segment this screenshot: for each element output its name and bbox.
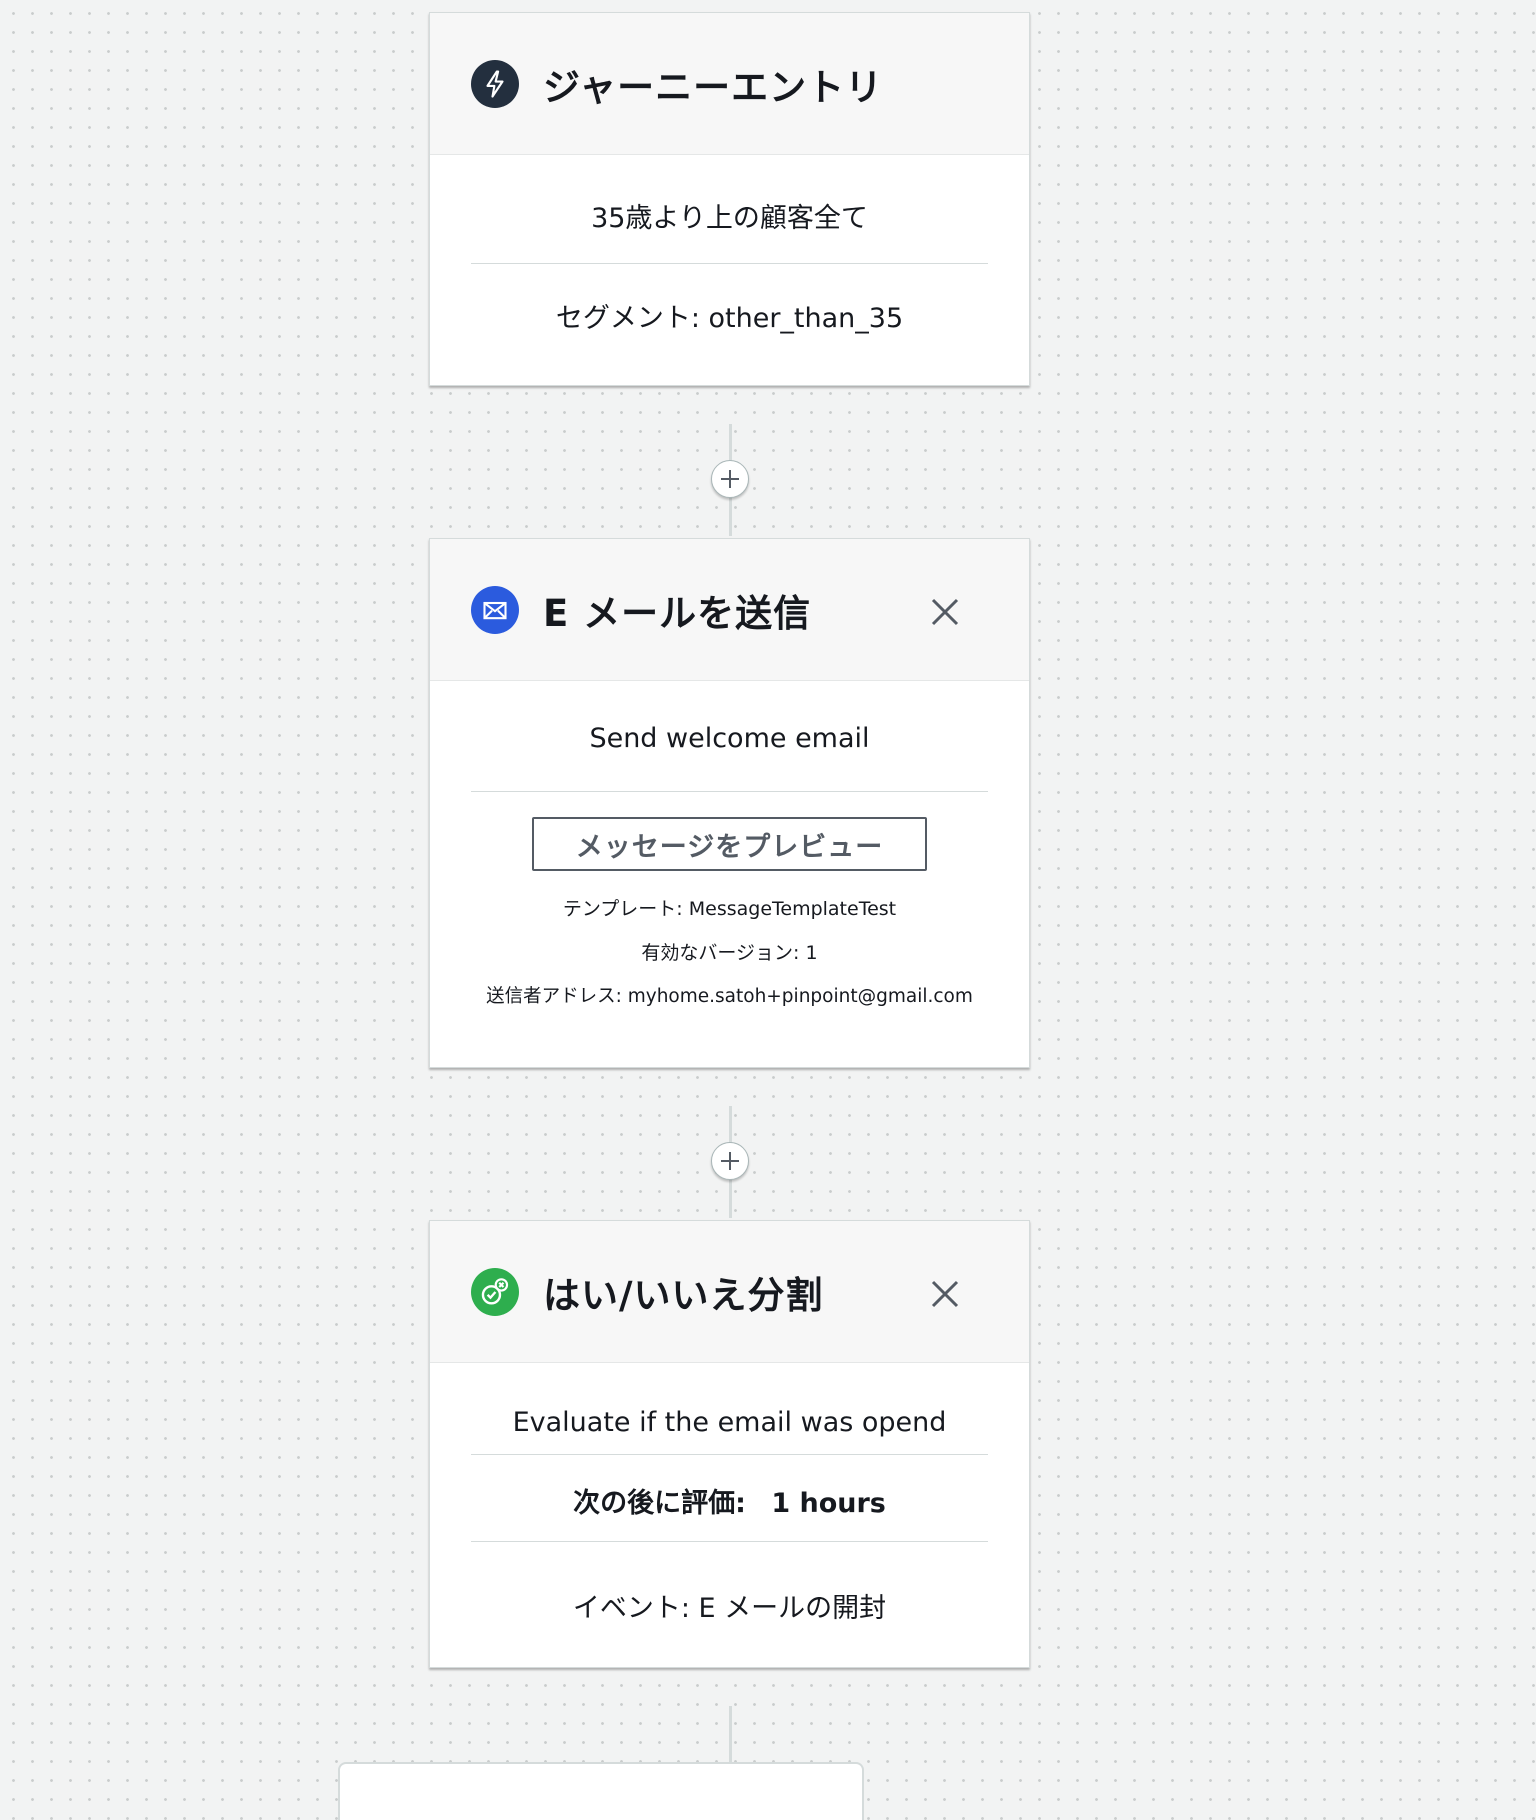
email-sender: 送信者アドレス: myhome.satoh+pinpoint@gmail.com — [486, 986, 973, 1007]
evaluate-label: 次の後に評価: — [573, 1488, 746, 1519]
card-header: E メールを送信 — [430, 539, 1029, 681]
evaluate-value: 1 hours — [771, 1488, 886, 1519]
journey-canvas[interactable]: ジャーニーエントリ 35歳より上の顧客全て セグメント: other_than_… — [0, 0, 1536, 1820]
evaluate-row: 次の後に評価: 1 hours — [471, 1455, 988, 1541]
close-button[interactable] — [925, 592, 965, 632]
close-button[interactable] — [925, 1274, 965, 1314]
entry-description: 35歳より上の顧客全て — [591, 203, 868, 234]
preview-message-button[interactable]: メッセージをプレビュー — [532, 817, 927, 871]
card-header: ジャーニーエントリ — [430, 13, 1029, 155]
split-description: Evaluate if the email was opend — [512, 1407, 947, 1438]
send-email-card[interactable]: E メールを送信 Send welcome email メッセージをプレビュー … — [429, 538, 1030, 1068]
check-cross-icon — [471, 1268, 519, 1316]
card-title: E メールを送信 — [543, 592, 812, 635]
lightning-icon — [471, 60, 519, 108]
close-icon — [931, 1280, 959, 1308]
card-title: ジャーニーエントリ — [543, 66, 884, 109]
split-event: イベント: E メールの開封 — [572, 1593, 887, 1624]
close-icon — [931, 598, 959, 626]
journey-entry-card[interactable]: ジャーニーエントリ 35歳より上の顧客全て セグメント: other_than_… — [429, 12, 1030, 386]
email-template: テンプレート: MessageTemplateTest — [562, 898, 897, 920]
envelope-icon — [471, 586, 519, 634]
add-activity-button[interactable] — [711, 460, 749, 498]
plus-icon — [721, 1152, 739, 1170]
add-activity-button[interactable] — [711, 1142, 749, 1180]
card-header: はい/いいえ分割 — [430, 1221, 1029, 1363]
email-description: Send welcome email — [589, 723, 870, 754]
next-branch-card[interactable] — [338, 1762, 864, 1820]
connector-line — [729, 1706, 732, 1762]
entry-segment: セグメント: other_than_35 — [555, 303, 904, 334]
plus-icon — [721, 470, 739, 488]
yes-no-split-card[interactable]: はい/いいえ分割 Evaluate if the email was opend… — [429, 1220, 1030, 1668]
email-version: 有効なバージョン: 1 — [641, 942, 818, 964]
card-title: はい/いいえ分割 — [543, 1274, 824, 1317]
